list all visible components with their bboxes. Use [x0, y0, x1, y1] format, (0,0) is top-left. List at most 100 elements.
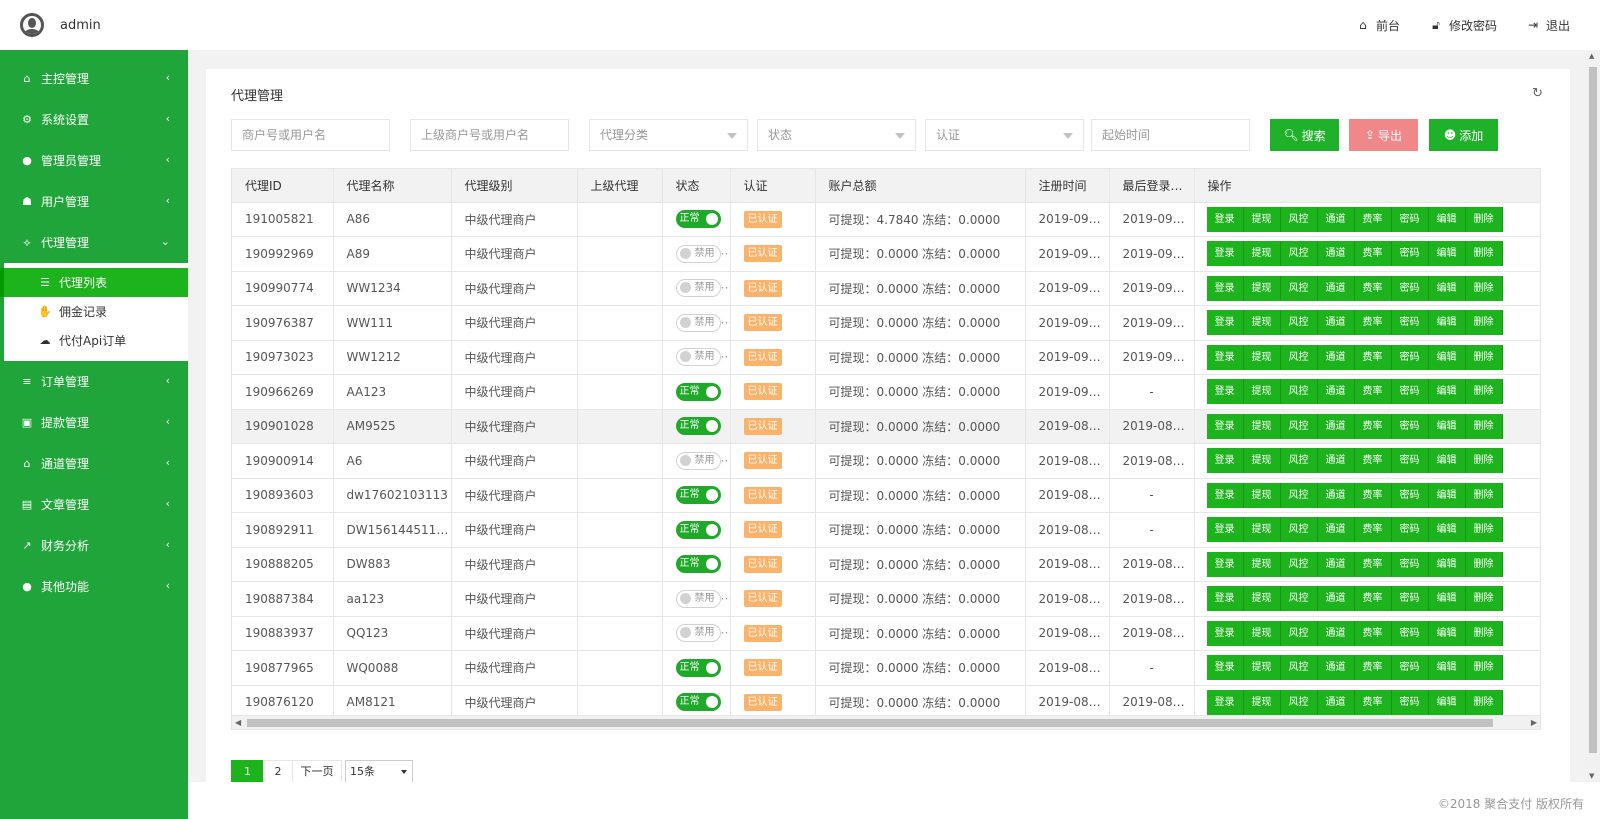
withdraw-button[interactable]: 提现 [1243, 241, 1281, 267]
merchant-search-input[interactable]: 商户号或用户名 [231, 119, 390, 151]
sidebar-item-items_after-1[interactable]: ▣ 提款管理 ‹ [0, 402, 188, 443]
delete-button[interactable]: 删除 [1465, 206, 1503, 232]
status-toggle[interactable]: 正常 [675, 520, 721, 539]
risk-button[interactable]: 风控 [1280, 620, 1318, 646]
edit-button[interactable]: 编辑 [1428, 344, 1466, 370]
password-button[interactable]: 密码 [1391, 586, 1429, 612]
withdraw-button[interactable]: 提现 [1243, 482, 1281, 508]
sidebar-item-items_after-5[interactable]: ● 其他功能 ‹ [0, 566, 188, 607]
status-toggle[interactable]: 禁用 [675, 624, 721, 643]
page-1-button[interactable]: 1 [231, 760, 264, 783]
delete-button[interactable]: 删除 [1465, 379, 1503, 405]
delete-button[interactable]: 删除 [1465, 482, 1503, 508]
withdraw-button[interactable]: 提现 [1243, 689, 1281, 715]
export-button[interactable]: ⇪ 导出 [1349, 119, 1418, 151]
password-button[interactable]: 密码 [1391, 413, 1429, 439]
edit-button[interactable]: 编辑 [1428, 586, 1466, 612]
withdraw-button[interactable]: 提现 [1243, 620, 1281, 646]
delete-button[interactable]: 删除 [1465, 689, 1503, 715]
status-toggle[interactable]: 正常 [675, 382, 721, 401]
sidebar-item-items_after-0[interactable]: ≡ 订单管理 ‹ [0, 361, 188, 402]
scroll-down-icon[interactable]: ▼ [1589, 772, 1594, 780]
status-toggle[interactable]: 正常 [675, 693, 721, 712]
header-link-0[interactable]: ⌂ 前台 [1357, 17, 1400, 34]
withdraw-button[interactable]: 提现 [1243, 655, 1281, 681]
submenu-item-0[interactable]: ☰ 代理列表 [0, 268, 188, 297]
channel-button[interactable]: 通道 [1317, 206, 1355, 232]
risk-button[interactable]: 风控 [1280, 275, 1318, 301]
withdraw-button[interactable]: 提现 [1243, 310, 1281, 336]
login-button[interactable]: 登录 [1206, 379, 1244, 405]
scrollbar-thumb[interactable] [1589, 67, 1597, 753]
password-button[interactable]: 密码 [1391, 620, 1429, 646]
submenu-item-2[interactable]: ☁ 代付Api订单 [0, 326, 188, 355]
password-button[interactable]: 密码 [1391, 448, 1429, 474]
horizontal-scrollbar[interactable]: ◀ ▶ [231, 715, 1541, 730]
channel-button[interactable]: 通道 [1317, 241, 1355, 267]
header-link-1[interactable]: 🔓︎ 修改密码 [1430, 17, 1497, 34]
withdraw-button[interactable]: 提现 [1243, 206, 1281, 232]
edit-button[interactable]: 编辑 [1428, 448, 1466, 474]
scrollbar-thumb[interactable] [247, 719, 1493, 727]
rate-button[interactable]: 费率 [1354, 241, 1392, 267]
rate-button[interactable]: 费率 [1354, 310, 1392, 336]
add-button[interactable]: ☻ 添加 [1429, 119, 1498, 151]
risk-button[interactable]: 风控 [1280, 379, 1318, 405]
password-button[interactable]: 密码 [1391, 310, 1429, 336]
delete-button[interactable]: 删除 [1465, 551, 1503, 577]
rate-button[interactable]: 费率 [1354, 206, 1392, 232]
category-select[interactable]: 代理分类 [589, 119, 748, 151]
risk-button[interactable]: 风控 [1280, 310, 1318, 336]
avatar[interactable] [20, 13, 44, 37]
header-link-2[interactable]: ⇥ 退出 [1527, 17, 1570, 34]
risk-button[interactable]: 风控 [1280, 241, 1318, 267]
refresh-icon[interactable]: ↻ [1532, 86, 1543, 101]
login-button[interactable]: 登录 [1206, 275, 1244, 301]
sidebar-item-items_after-3[interactable]: ▤ 文章管理 ‹ [0, 484, 188, 525]
channel-button[interactable]: 通道 [1317, 344, 1355, 370]
withdraw-button[interactable]: 提现 [1243, 379, 1281, 405]
edit-button[interactable]: 编辑 [1428, 482, 1466, 508]
withdraw-button[interactable]: 提现 [1243, 586, 1281, 612]
channel-button[interactable]: 通道 [1317, 448, 1355, 474]
sidebar-item-items-0[interactable]: ⌂ 主控管理 ‹ [0, 58, 188, 99]
password-button[interactable]: 密码 [1391, 655, 1429, 681]
rate-button[interactable]: 费率 [1354, 689, 1392, 715]
vertical-scrollbar[interactable]: ▲ ▼ [1586, 50, 1600, 782]
edit-button[interactable]: 编辑 [1428, 517, 1466, 543]
sidebar-item-items_after-2[interactable]: ⌂ 通道管理 ‹ [0, 443, 188, 484]
password-button[interactable]: 密码 [1391, 517, 1429, 543]
sidebar-item-items-4[interactable]: ⟡ 代理管理 ⌄ [0, 222, 188, 263]
delete-button[interactable]: 删除 [1465, 448, 1503, 474]
risk-button[interactable]: 风控 [1280, 344, 1318, 370]
sidebar-item-items-1[interactable]: ⚙ 系统设置 ‹ [0, 99, 188, 140]
scroll-up-icon[interactable]: ▲ [1589, 52, 1594, 60]
password-button[interactable]: 密码 [1391, 206, 1429, 232]
status-toggle[interactable]: 禁用 [675, 451, 721, 470]
edit-button[interactable]: 编辑 [1428, 310, 1466, 336]
withdraw-button[interactable]: 提现 [1243, 275, 1281, 301]
delete-button[interactable]: 删除 [1465, 275, 1503, 301]
risk-button[interactable]: 风控 [1280, 586, 1318, 612]
delete-button[interactable]: 删除 [1465, 344, 1503, 370]
auth-select[interactable]: 认证 [925, 119, 1084, 151]
start-time-input[interactable]: 起始时间 [1091, 119, 1250, 151]
sidebar-item-items-3[interactable]: ☗ 用户管理 ‹ [0, 181, 188, 222]
login-button[interactable]: 登录 [1206, 551, 1244, 577]
withdraw-button[interactable]: 提现 [1243, 344, 1281, 370]
password-button[interactable]: 密码 [1391, 344, 1429, 370]
scroll-right-icon[interactable]: ▶ [1531, 718, 1537, 727]
edit-button[interactable]: 编辑 [1428, 275, 1466, 301]
status-select[interactable]: 状态 [757, 119, 916, 151]
edit-button[interactable]: 编辑 [1428, 241, 1466, 267]
login-button[interactable]: 登录 [1206, 689, 1244, 715]
channel-button[interactable]: 通道 [1317, 586, 1355, 612]
delete-button[interactable]: 删除 [1465, 413, 1503, 439]
channel-button[interactable]: 通道 [1317, 482, 1355, 508]
withdraw-button[interactable]: 提现 [1243, 413, 1281, 439]
channel-button[interactable]: 通道 [1317, 413, 1355, 439]
status-toggle[interactable]: 正常 [675, 486, 721, 505]
delete-button[interactable]: 删除 [1465, 655, 1503, 681]
status-toggle[interactable]: 禁用 [675, 279, 721, 298]
channel-button[interactable]: 通道 [1317, 379, 1355, 405]
